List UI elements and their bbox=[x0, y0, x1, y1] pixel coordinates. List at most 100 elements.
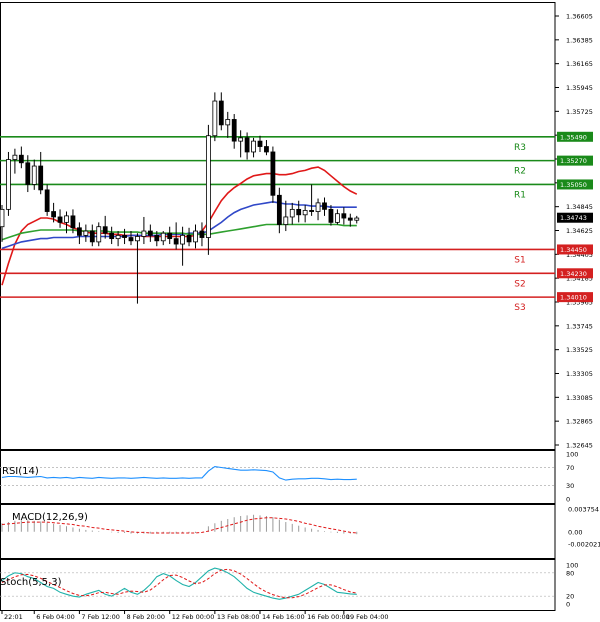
time-tick-label: 6 Feb 04:00 bbox=[36, 613, 75, 621]
candle-bull bbox=[0, 208, 5, 228]
candle-bear bbox=[77, 227, 82, 236]
candle-bear bbox=[309, 210, 315, 212]
candle-bull bbox=[238, 137, 244, 142]
candle-bull bbox=[193, 230, 198, 243]
price-tick-label: 1.33305 bbox=[566, 370, 593, 378]
price-tick-label: 1.35945 bbox=[566, 84, 593, 92]
level-name-label: S1 bbox=[514, 255, 525, 265]
candle-bull bbox=[96, 226, 102, 243]
price-tick-label: 1.32645 bbox=[566, 442, 593, 450]
level-price-label: 1.35270 bbox=[560, 157, 587, 165]
candle-bull bbox=[315, 202, 321, 212]
candle-bear bbox=[322, 202, 327, 210]
rsi-tick-label: 100 bbox=[566, 451, 578, 459]
level-name-label: S3 bbox=[514, 303, 525, 313]
macd-tick-label: -0.002021 bbox=[568, 541, 600, 549]
candle-bear bbox=[51, 211, 56, 218]
candle-bull bbox=[225, 119, 231, 126]
candle-bear bbox=[270, 151, 276, 196]
candle-bear bbox=[244, 137, 250, 153]
candle-bear bbox=[57, 216, 63, 223]
candle-bear bbox=[167, 232, 173, 240]
level-name-label: S2 bbox=[514, 279, 525, 289]
candle-bear bbox=[257, 140, 263, 147]
candle-bear bbox=[18, 154, 24, 164]
candle-bull bbox=[141, 230, 147, 237]
candle-bull bbox=[283, 216, 289, 225]
candle-bear bbox=[128, 237, 134, 242]
level-name-label: R2 bbox=[514, 167, 526, 177]
candle-bear bbox=[147, 230, 153, 236]
time-tick-label: 12 Feb 00:00 bbox=[172, 613, 215, 621]
price-tick-label: 1.33525 bbox=[566, 346, 593, 354]
time-tick-label: 16 Feb 00:00 bbox=[307, 613, 350, 621]
candle-bear bbox=[218, 100, 224, 126]
level-name-label: R3 bbox=[514, 143, 526, 153]
candle-bull bbox=[354, 217, 360, 221]
price-tick-label: 1.32865 bbox=[566, 418, 593, 426]
stoch-tick-label: 20 bbox=[566, 593, 574, 601]
candle-bear bbox=[89, 230, 95, 243]
price-tick-label: 1.36605 bbox=[566, 13, 593, 21]
candle-bull bbox=[180, 234, 186, 245]
candle-bull bbox=[12, 154, 18, 160]
candle-bear bbox=[276, 194, 282, 225]
candle-bear bbox=[199, 230, 205, 238]
candle-bear bbox=[122, 234, 127, 238]
candle-bear bbox=[70, 215, 76, 229]
price-tick-label: 1.35725 bbox=[566, 108, 593, 116]
candle-bull bbox=[6, 159, 11, 210]
candle-bear bbox=[109, 232, 115, 240]
candle-bear bbox=[231, 119, 237, 142]
stoch-tick-label: 100 bbox=[566, 562, 578, 570]
rsi-label: RSI(14) bbox=[2, 466, 39, 477]
candle-bull bbox=[160, 232, 166, 242]
level-price-label: 1.34450 bbox=[560, 246, 587, 254]
level-price-label: 1.35050 bbox=[560, 181, 587, 189]
price-tick-label: 1.33745 bbox=[566, 322, 593, 330]
panel-frame-stoch bbox=[0, 559, 556, 611]
stoch-tick-label: 80 bbox=[566, 569, 574, 577]
time-tick-label: 13 Feb 08:00 bbox=[217, 613, 260, 621]
candle-bear bbox=[38, 165, 44, 191]
time-tick-label: 19 Feb 04:00 bbox=[346, 613, 389, 621]
time-tick-label: 8 Feb 20:00 bbox=[127, 613, 166, 621]
candle-bull bbox=[115, 234, 121, 240]
level-price-label: 1.34010 bbox=[560, 294, 587, 302]
price-tick-label: 1.34625 bbox=[566, 227, 593, 235]
price-tick-label: 1.36385 bbox=[566, 36, 593, 44]
candle-bull bbox=[289, 208, 295, 218]
time-tick-label: 14 Feb 16:00 bbox=[262, 613, 305, 621]
time-tick-label: 7 Feb 12:00 bbox=[81, 613, 120, 621]
current-price-label: 1.34743 bbox=[560, 214, 587, 222]
candle-bull bbox=[212, 100, 218, 137]
price-tick-label: 1.33085 bbox=[566, 394, 593, 402]
rsi-line bbox=[1, 466, 357, 481]
candle-bear bbox=[154, 234, 160, 242]
candle-bull bbox=[302, 210, 308, 216]
candle-bull bbox=[205, 135, 211, 238]
stoch-label: Stoch(5,5,3) bbox=[0, 577, 62, 588]
candle-bull bbox=[64, 215, 69, 223]
price-tick-label: 1.34845 bbox=[566, 203, 593, 211]
candle-bull bbox=[83, 230, 89, 236]
panel-frame-main bbox=[0, 2, 556, 450]
candle-bull bbox=[31, 165, 37, 185]
candle-bear bbox=[44, 189, 50, 212]
candle-bear bbox=[328, 208, 334, 223]
rsi-tick-label: 70 bbox=[566, 464, 574, 472]
stoch-tick-label: 0 bbox=[566, 601, 570, 609]
candle-bull bbox=[334, 213, 340, 223]
candle-bull bbox=[135, 236, 140, 242]
candle-bull bbox=[251, 140, 256, 153]
macd-tick-label: 0.00 bbox=[568, 528, 582, 536]
candle-bear bbox=[347, 217, 353, 221]
chart: 1.366051.363851.361651.359451.357251.355… bbox=[0, 2, 600, 621]
macd-label: MACD(12,26,9) bbox=[12, 512, 88, 523]
candle-bear bbox=[173, 238, 179, 245]
time-tick-label: 22:01 bbox=[4, 613, 23, 621]
level-price-label: 1.35490 bbox=[560, 133, 587, 141]
level-price-label: 1.34230 bbox=[560, 270, 587, 278]
candle-bear bbox=[264, 146, 269, 153]
candle-bear bbox=[341, 213, 347, 219]
